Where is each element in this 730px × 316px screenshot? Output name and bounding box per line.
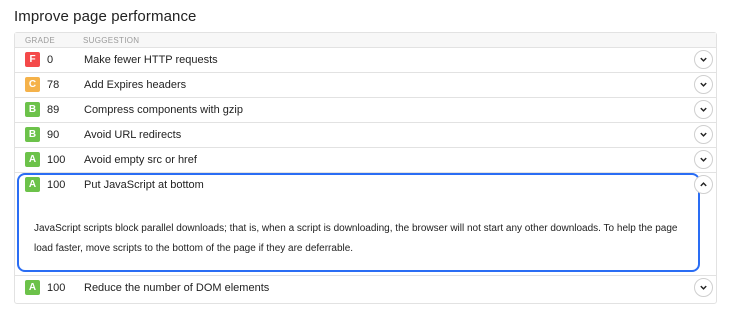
score: 89 xyxy=(47,104,60,116)
suggestion-description: JavaScript scripts block parallel downlo… xyxy=(34,223,678,254)
chevron-down-icon xyxy=(700,285,707,290)
chevron-up-icon xyxy=(700,182,707,187)
grade-badge: B xyxy=(25,102,40,117)
grade-badge: B xyxy=(25,127,40,142)
column-suggestion: SUGGESTION xyxy=(83,36,140,45)
table-header: GRADE SUGGESTION xyxy=(15,33,716,48)
grade-badge: A xyxy=(25,280,40,295)
chevron-down-icon xyxy=(700,107,707,112)
grade-badge: A xyxy=(25,152,40,167)
expand-button[interactable] xyxy=(694,100,713,119)
score: 90 xyxy=(47,129,60,141)
chevron-down-icon xyxy=(700,157,707,162)
table-row[interactable]: C 78 Add Expires headers xyxy=(15,73,716,98)
expand-button[interactable] xyxy=(694,125,713,144)
table-row[interactable]: A 100 Avoid empty src or href xyxy=(15,148,716,173)
suggestion-label: Make fewer HTTP requests xyxy=(84,54,218,66)
table-row[interactable]: A 100 Reduce the number of DOM elements xyxy=(15,276,716,301)
grade-badge: C xyxy=(25,77,40,92)
suggestion-label: Add Expires headers xyxy=(84,79,187,91)
score: 100 xyxy=(47,179,66,191)
expand-button[interactable] xyxy=(694,50,713,69)
table-row[interactable]: A 100 Put JavaScript at bottom xyxy=(15,173,716,198)
suggestion-label: Put JavaScript at bottom xyxy=(84,179,204,191)
table-row[interactable]: F 0 Make fewer HTTP requests xyxy=(15,48,716,73)
score: 100 xyxy=(47,154,66,166)
column-grade: GRADE xyxy=(25,36,55,45)
page-title: Improve page performance xyxy=(14,8,197,25)
chevron-down-icon xyxy=(700,82,707,87)
table-row[interactable]: B 89 Compress components with gzip xyxy=(15,98,716,123)
grade-badge: F xyxy=(25,52,40,67)
suggestion-label: Compress components with gzip xyxy=(84,104,243,116)
expand-button[interactable] xyxy=(694,150,713,169)
suggestions-table: GRADE SUGGESTION F 0 Make fewer HTTP req… xyxy=(14,32,717,304)
chevron-down-icon xyxy=(700,132,707,137)
suggestion-label: Avoid URL redirects xyxy=(84,129,182,141)
collapse-button[interactable] xyxy=(694,175,713,194)
score: 100 xyxy=(47,282,66,294)
expand-button[interactable] xyxy=(694,278,713,297)
suggestion-label: Reduce the number of DOM elements xyxy=(84,282,270,294)
chevron-down-icon xyxy=(700,57,707,62)
table-row[interactable]: B 90 Avoid URL redirects xyxy=(15,123,716,148)
score: 0 xyxy=(47,54,54,66)
score: 78 xyxy=(47,79,60,91)
grade-badge: A xyxy=(25,177,40,192)
expand-button[interactable] xyxy=(694,75,713,94)
expanded-row[interactable]: A 100 Put JavaScript at bottom JavaScrip… xyxy=(15,173,716,276)
suggestion-label: Avoid empty src or href xyxy=(84,154,197,166)
